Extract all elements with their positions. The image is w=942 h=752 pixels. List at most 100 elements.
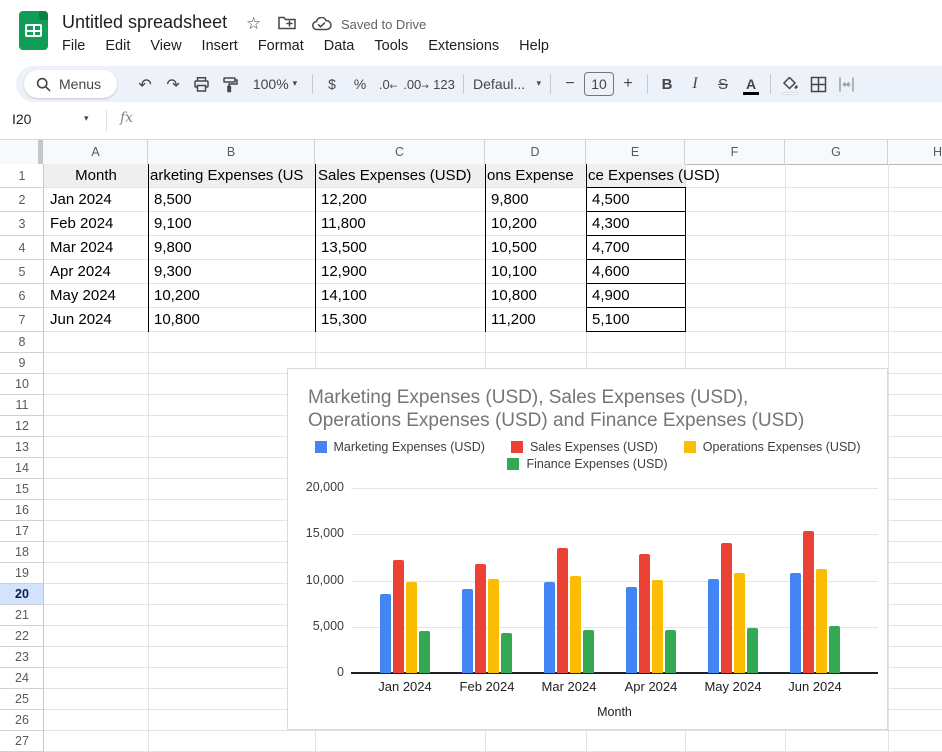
row-header-6[interactable]: 6 <box>0 284 44 308</box>
menu-file[interactable]: File <box>52 34 95 58</box>
saved-status[interactable]: Saved to Drive <box>341 17 426 32</box>
menu-tools[interactable]: Tools <box>364 34 418 58</box>
menu-edit[interactable]: Edit <box>95 34 140 58</box>
format-currency-button[interactable]: $ <box>318 70 346 98</box>
cell-B5[interactable]: 9,300 <box>154 260 192 284</box>
row-header-22[interactable]: 22 <box>0 626 44 647</box>
row-header-11[interactable]: 11 <box>0 395 44 416</box>
bold-button[interactable]: B <box>653 70 681 98</box>
cell-E5[interactable]: 4,600 <box>592 260 630 284</box>
row-header-7[interactable]: 7 <box>0 308 44 332</box>
row-header-13[interactable]: 13 <box>0 437 44 458</box>
row-header-23[interactable]: 23 <box>0 647 44 668</box>
menus-search-button[interactable]: Menus <box>24 70 117 98</box>
row-header-12[interactable]: 12 <box>0 416 44 437</box>
cell-C3[interactable]: 11,800 <box>321 212 366 236</box>
cell-E6[interactable]: 4,900 <box>592 284 630 308</box>
column-header-G[interactable]: G <box>785 140 888 164</box>
cell-A7[interactable]: Jun 2024 <box>50 308 112 332</box>
cell-B3[interactable]: 9,100 <box>154 212 192 236</box>
menu-format[interactable]: Format <box>248 34 314 58</box>
row-header-15[interactable]: 15 <box>0 479 44 500</box>
cell-D7[interactable]: 11,200 <box>491 308 536 332</box>
undo-button[interactable]: ↶ <box>131 70 159 98</box>
move-folder-icon[interactable] <box>278 15 296 35</box>
cell-D2[interactable]: 9,800 <box>491 188 529 212</box>
zoom-control[interactable]: 100% ▾ <box>243 70 307 98</box>
column-header-B[interactable]: B <box>148 140 315 164</box>
cell-C6[interactable]: 14,100 <box>321 284 367 308</box>
cell-C4[interactable]: 13,500 <box>321 236 367 260</box>
cell-B7[interactable]: 10,800 <box>154 308 200 332</box>
row-header-3[interactable]: 3 <box>0 212 44 236</box>
row-header-10[interactable]: 10 <box>0 374 44 395</box>
cell-C5[interactable]: 12,900 <box>321 260 367 284</box>
legend-item-3[interactable]: Operations Expenses (USD) <box>684 440 861 454</box>
row-header-8[interactable]: 8 <box>0 332 44 353</box>
column-header-E[interactable]: E <box>586 140 685 164</box>
decrease-font-size-button[interactable]: − <box>556 70 584 98</box>
cell-D6[interactable]: 10,800 <box>491 284 537 308</box>
document-title[interactable]: Untitled spreadsheet <box>62 12 227 33</box>
row-header-20[interactable]: 20 <box>0 584 44 605</box>
increase-font-size-button[interactable]: + <box>614 70 642 98</box>
cell-B2[interactable]: 8,500 <box>154 188 192 212</box>
menu-data[interactable]: Data <box>314 34 365 58</box>
legend-item-4[interactable]: Finance Expenses (USD) <box>507 457 667 471</box>
row-header-19[interactable]: 19 <box>0 563 44 584</box>
row-header-24[interactable]: 24 <box>0 668 44 689</box>
cell-E7[interactable]: 5,100 <box>592 308 630 332</box>
row-header-26[interactable]: 26 <box>0 710 44 731</box>
cell-A6[interactable]: May 2024 <box>50 284 116 308</box>
cell-B6[interactable]: 10,200 <box>154 284 200 308</box>
column-header-H[interactable]: H <box>888 140 942 164</box>
decrease-decimal-button[interactable]: .0← <box>374 70 402 98</box>
cell-E4[interactable]: 4,700 <box>592 236 630 260</box>
select-all-corner[interactable] <box>0 140 44 164</box>
star-icon[interactable]: ☆ <box>246 14 261 34</box>
cell-C1[interactable]: Sales Expenses (USD) <box>318 164 471 188</box>
increase-decimal-button[interactable]: .00→ <box>402 70 430 98</box>
cell-B4[interactable]: 9,800 <box>154 236 192 260</box>
row-header-18[interactable]: 18 <box>0 542 44 563</box>
menu-extensions[interactable]: Extensions <box>418 34 509 58</box>
row-header-14[interactable]: 14 <box>0 458 44 479</box>
menu-insert[interactable]: Insert <box>192 34 248 58</box>
redo-button[interactable]: ↷ <box>159 70 187 98</box>
cell-A4[interactable]: Mar 2024 <box>50 236 113 260</box>
row-header-16[interactable]: 16 <box>0 500 44 521</box>
row-header-9[interactable]: 9 <box>0 353 44 374</box>
legend-item-2[interactable]: Sales Expenses (USD) <box>511 440 658 454</box>
cell-C7[interactable]: 15,300 <box>321 308 367 332</box>
cell-E2[interactable]: 4,500 <box>592 188 630 212</box>
sheets-logo-icon[interactable] <box>19 11 48 50</box>
column-header-C[interactable]: C <box>315 140 485 164</box>
fill-color-button[interactable] <box>776 70 804 98</box>
cell-D3[interactable]: 10,200 <box>491 212 537 236</box>
name-box[interactable]: I20 <box>12 111 31 127</box>
legend-item-1[interactable]: Marketing Expenses (USD) <box>315 440 485 454</box>
column-header-D[interactable]: D <box>485 140 586 164</box>
cell-D1[interactable]: ons Expense <box>487 164 574 188</box>
cell-E1[interactable]: ce Expenses (USD) <box>588 164 720 188</box>
embedded-chart[interactable]: Marketing Expenses (USD), Sales Expenses… <box>287 368 888 730</box>
cell-A2[interactable]: Jan 2024 <box>50 188 112 212</box>
chevron-down-icon[interactable]: ▾ <box>84 114 89 124</box>
row-header-4[interactable]: 4 <box>0 236 44 260</box>
cell-A3[interactable]: Feb 2024 <box>50 212 113 236</box>
menu-help[interactable]: Help <box>509 34 559 58</box>
menu-view[interactable]: View <box>140 34 191 58</box>
font-family-select[interactable]: Defaul... ▾ <box>469 70 545 98</box>
format-percent-button[interactable]: % <box>346 70 374 98</box>
cell-A1[interactable]: Month <box>44 164 148 188</box>
cell-A5[interactable]: Apr 2024 <box>50 260 111 284</box>
print-button[interactable] <box>187 70 215 98</box>
number-format-button[interactable]: 123 <box>430 70 458 98</box>
column-header-F[interactable]: F <box>685 140 785 164</box>
font-size-input[interactable]: 10 <box>584 72 614 96</box>
merge-cells-button[interactable] <box>832 70 860 98</box>
row-header-17[interactable]: 17 <box>0 521 44 542</box>
strikethrough-button[interactable]: S <box>709 70 737 98</box>
row-header-27[interactable]: 27 <box>0 731 44 752</box>
row-header-21[interactable]: 21 <box>0 605 44 626</box>
